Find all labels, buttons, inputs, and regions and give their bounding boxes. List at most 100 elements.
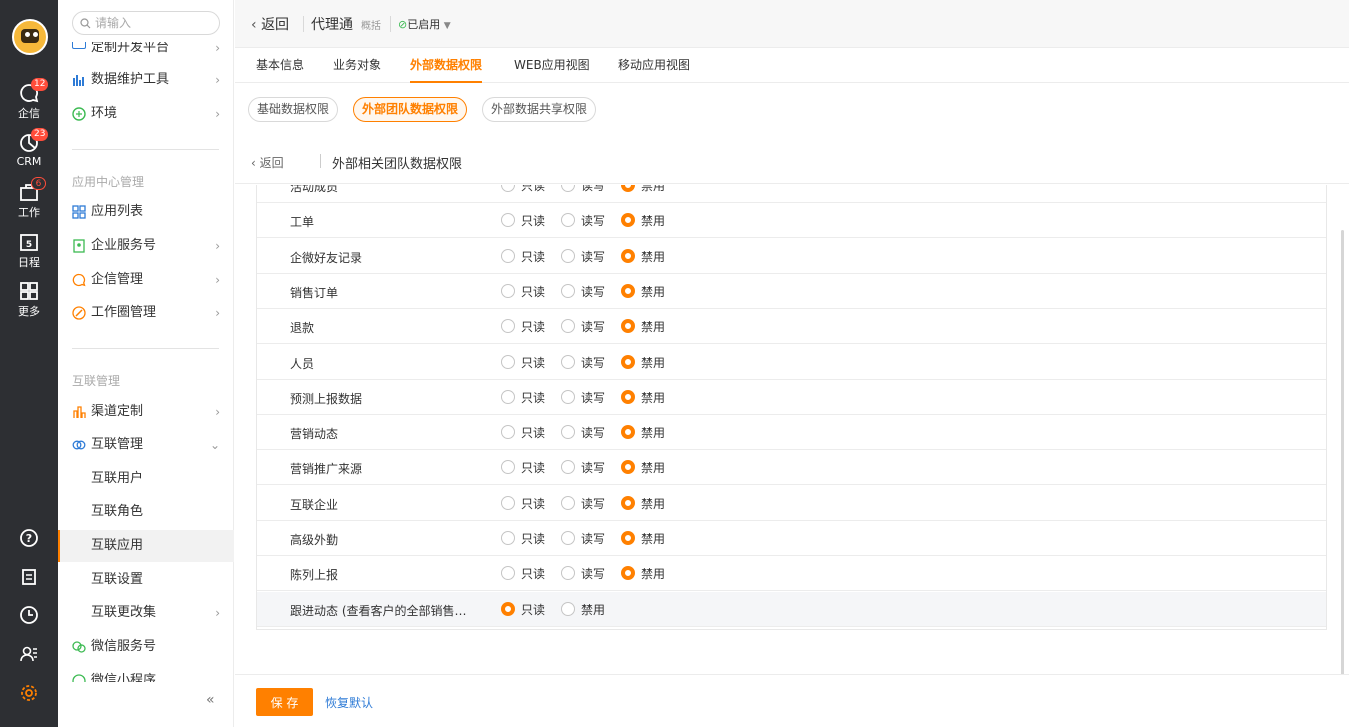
permission-row: 人员 只读 读写 禁用 <box>257 345 1326 380</box>
rail-item-qixin[interactable]: 企信 12 <box>0 78 58 121</box>
radio-button[interactable] <box>621 283 635 298</box>
radio-label: 读写 <box>581 355 606 370</box>
menu-subitem-apps[interactable]: 互联应用 <box>58 530 234 562</box>
menu-item-interconnect[interactable]: 互联管理 ⌄ <box>58 429 234 461</box>
menu-search[interactable] <box>72 11 220 35</box>
radio-button[interactable] <box>561 213 575 228</box>
object-name: 预测上报数据 <box>290 391 363 406</box>
pill-basic-permissions[interactable]: 基础数据权限 <box>248 97 339 122</box>
menu-item-work-circle[interactable]: 工作圈管理 › <box>58 297 234 329</box>
radio-button[interactable] <box>561 601 575 616</box>
back-link[interactable]: ‹ 返回 <box>251 14 289 34</box>
radio-button[interactable] <box>501 185 515 192</box>
overview-link[interactable]: 概括 <box>361 17 381 32</box>
radio-button[interactable] <box>501 460 515 475</box>
radio-button[interactable] <box>621 495 635 510</box>
avatar[interactable] <box>12 19 48 55</box>
permission-row: 企微好友记录 只读 读写 禁用 <box>257 239 1326 274</box>
radio-button[interactable] <box>561 389 575 404</box>
radio-button[interactable] <box>621 425 635 440</box>
clock-icon[interactable] <box>0 605 58 628</box>
rail-item-more[interactable]: 更多 <box>0 280 58 319</box>
search-input[interactable] <box>95 15 213 31</box>
radio-button[interactable] <box>561 495 575 510</box>
menu-item-chat-manage[interactable]: 企信管理 › <box>58 264 234 296</box>
radio-button[interactable] <box>561 566 575 581</box>
radio-button[interactable] <box>561 425 575 440</box>
radio-button[interactable] <box>501 354 515 369</box>
radio-button[interactable] <box>561 354 575 369</box>
menu-item-custom-dev[interactable]: 定制开发平台 › <box>58 42 234 64</box>
radio-button[interactable] <box>621 566 635 581</box>
check-circle-icon: ⊘ <box>398 18 408 31</box>
section-back-link[interactable]: ‹ 返回 <box>251 154 284 171</box>
tab-web-view[interactable]: WEB应用视图 <box>514 48 590 83</box>
rail-item-work[interactable]: 工作 6 <box>0 177 58 220</box>
rail-item-crm[interactable]: CRM 23 <box>0 128 58 168</box>
pill-external-team-permissions[interactable]: 外部团队数据权限 <box>353 97 468 122</box>
radio-button[interactable] <box>621 185 635 192</box>
status-dropdown[interactable]: ⊘已启用 ▼ <box>398 16 451 32</box>
contacts-icon[interactable] <box>0 644 58 667</box>
radio-button[interactable] <box>621 389 635 404</box>
help-icon[interactable]: ? <box>0 528 58 551</box>
object-name: 工单 <box>290 215 315 230</box>
radio-label: 读写 <box>581 185 606 193</box>
radio-button[interactable] <box>501 531 515 545</box>
radio-button[interactable] <box>561 319 575 334</box>
menu-subitem-settings[interactable]: 互联设置 <box>58 564 234 596</box>
tab-basic-info[interactable]: 基本信息 <box>256 48 304 83</box>
radio-button[interactable] <box>501 319 515 334</box>
save-button[interactable]: 保 存 <box>256 688 313 716</box>
radio-button[interactable] <box>561 531 575 545</box>
settings-gear-icon[interactable] <box>0 673 58 713</box>
menu-item-miniprogram[interactable]: 微信小程序 <box>58 665 234 682</box>
radio-button[interactable] <box>501 248 515 263</box>
radio-button[interactable] <box>501 425 515 440</box>
radio-button[interactable] <box>501 566 515 581</box>
rail-item-schedule[interactable]: 5 日程 <box>0 231 58 270</box>
tab-external-data-permissions[interactable]: 外部数据权限 <box>410 48 483 83</box>
restore-default-link[interactable]: 恢复默认 <box>325 694 373 711</box>
radio-button[interactable] <box>621 531 635 545</box>
chevron-right-icon: › <box>215 273 220 287</box>
menu-item-channel[interactable]: 渠道定制 › <box>58 396 234 428</box>
menu-item-environment[interactable]: 环境 › <box>58 98 234 130</box>
platform-icon <box>72 42 86 49</box>
radio-button[interactable] <box>621 460 635 475</box>
pill-external-share-permissions[interactable]: 外部数据共享权限 <box>482 97 597 122</box>
tab-mobile-view[interactable]: 移动应用视图 <box>618 48 690 83</box>
radio-button[interactable] <box>501 283 515 298</box>
radio-label: 读写 <box>581 532 606 546</box>
radio-button[interactable] <box>501 495 515 510</box>
menu-item-service-account[interactable]: 企业服务号 › <box>58 230 234 262</box>
menu-item-app-list[interactable]: 应用列表 <box>58 196 234 228</box>
permission-type-switch: 基础数据权限 外部团队数据权限 外部数据共享权限 <box>235 84 1349 136</box>
header-divider <box>390 16 391 32</box>
radio-button[interactable] <box>501 601 515 616</box>
unread-badge: 12 <box>31 78 49 91</box>
radio-button[interactable] <box>501 389 515 404</box>
menu-item-data-tools[interactable]: 数据维护工具 › <box>58 64 234 96</box>
tab-business-objects[interactable]: 业务对象 <box>333 48 381 83</box>
menu-subitem-changesets[interactable]: 互联更改集 › <box>58 597 234 629</box>
menu-subitem-users[interactable]: 互联用户 <box>58 463 234 495</box>
menu-subitem-roles[interactable]: 互联角色 <box>58 496 234 528</box>
radio-button[interactable] <box>561 185 575 192</box>
radio-button[interactable] <box>621 248 635 263</box>
rail-item-label: 日程 <box>18 256 40 269</box>
menu-item-wechat-service[interactable]: 微信服务号 <box>58 631 234 663</box>
radio-button[interactable] <box>621 213 635 228</box>
radio-button[interactable] <box>561 248 575 263</box>
radio-button[interactable] <box>621 354 635 369</box>
radio-label: 只读 <box>521 426 546 441</box>
notepad-icon[interactable] <box>0 567 58 590</box>
radio-button[interactable] <box>561 283 575 298</box>
radio-button[interactable] <box>561 460 575 475</box>
radio-button[interactable] <box>501 213 515 228</box>
chevron-right-icon: › <box>215 73 220 87</box>
radio-label: 禁用 <box>641 214 666 229</box>
radio-button[interactable] <box>621 319 635 334</box>
collapse-menu-icon[interactable]: « <box>206 692 215 708</box>
scrollbar[interactable] <box>1341 230 1344 720</box>
